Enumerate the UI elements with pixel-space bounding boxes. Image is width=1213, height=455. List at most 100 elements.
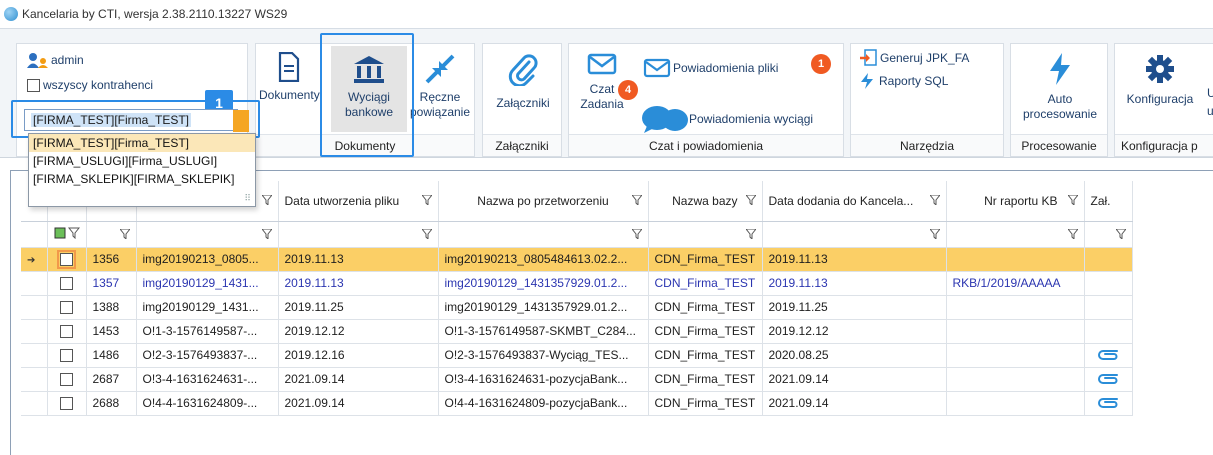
table-row[interactable]: 2688 O!4-4-1631624809-... 2021.09.14 O!4-4-… — [21, 391, 1133, 416]
database-name-cell: CDN_Firma_TEST — [648, 271, 763, 296]
dokumenty-button[interactable]: Dokumenty — [259, 52, 320, 103]
filter-cell[interactable] — [47, 221, 87, 248]
filter-icon[interactable] — [631, 195, 642, 205]
row-checkbox[interactable] — [60, 349, 73, 363]
added-date-cell: 2019.11.13 — [762, 247, 947, 272]
column-header[interactable]: Data dodania do Kancela... — [762, 181, 947, 222]
documents-grid: a Data utworzenia pliku Nazwa po przetwo… — [10, 170, 1213, 455]
dropdown-item[interactable]: [FIRMA_TEST][Firma_TEST] — [29, 134, 255, 152]
file-name-cell: O!3-4-1631624631-... — [136, 367, 279, 392]
filter-cell[interactable] — [136, 221, 279, 248]
table-row[interactable]: 1388 img20190129_1431... 2019.11.25 img2019… — [21, 295, 1133, 320]
filter-cell[interactable] — [278, 221, 439, 248]
paperclip-icon[interactable] — [1097, 371, 1119, 385]
filter-icon[interactable] — [631, 229, 642, 239]
attachment-cell[interactable] — [1084, 319, 1133, 344]
added-date-cell: 2020.08.25 — [762, 343, 947, 368]
filter-icon[interactable] — [261, 195, 272, 205]
filter-icon[interactable] — [745, 195, 756, 205]
column-header[interactable]: Nr raportu KB — [946, 181, 1085, 222]
checkbox[interactable] — [27, 78, 40, 92]
auto-procesowanie-button[interactable]: Auto procesowanie — [1015, 52, 1105, 122]
config-extra-bottom: u — [1207, 104, 1213, 118]
filter-icon[interactable] — [745, 229, 756, 239]
filter-icon[interactable] — [261, 229, 272, 239]
report-number-cell — [946, 247, 1085, 272]
database-name-cell: CDN_Firma_TEST — [648, 247, 763, 272]
id-cell: 1356 — [86, 247, 137, 272]
paperclip-icon[interactable] — [1097, 395, 1119, 409]
filter-cell[interactable] — [438, 221, 649, 248]
chevron-down-icon[interactable] — [233, 110, 249, 132]
filter-icon[interactable] — [1067, 229, 1078, 239]
checkbox-cell[interactable] — [47, 271, 87, 296]
row-checkbox[interactable] — [60, 373, 73, 387]
select-all-checkbox-icon[interactable] — [54, 227, 80, 239]
filter-cell — [21, 221, 48, 248]
user-button[interactable]: admin — [27, 52, 84, 68]
resize-grip-icon[interactable]: ⠿ — [244, 193, 251, 204]
checkbox-cell[interactable] — [47, 247, 87, 272]
attachments-group-label: Załączniki — [483, 134, 561, 156]
powiadomienia-wyciagi-button[interactable]: Powiadomienia wyciągi — [641, 104, 813, 134]
filter-cell[interactable] — [1084, 221, 1133, 248]
table-row[interactable]: ➔ 1356 img20190213_0805... 2019.11.13 img201… — [21, 247, 1133, 272]
filter-cell[interactable] — [946, 221, 1085, 248]
row-indicator-cell — [21, 271, 48, 296]
database-name-cell: CDN_Firma_TEST — [648, 319, 763, 344]
row-checkbox[interactable] — [60, 325, 73, 339]
checkbox-cell[interactable] — [47, 391, 87, 416]
checkbox-cell[interactable] — [47, 367, 87, 392]
generuj-jpk-button[interactable]: Generuj JPK_FA — [859, 49, 969, 67]
column-header[interactable]: Nazwa po przetworzeniu — [438, 181, 649, 222]
attachment-cell[interactable] — [1084, 295, 1133, 320]
dropdown-item[interactable]: [FIRMA_USLUGI][Firma_USLUGI] — [29, 152, 255, 170]
checkbox-cell[interactable] — [47, 295, 87, 320]
all-contractors-checkbox[interactable]: wszyscy kontrahenci — [27, 78, 153, 92]
table-row[interactable]: 1453 O!1-3-1576149587-... 2019.12.12 O!1-3-… — [21, 319, 1133, 344]
raporty-sql-button[interactable]: Raporty SQL — [859, 72, 948, 90]
row-checkbox[interactable] — [57, 250, 76, 270]
filter-icon[interactable] — [1067, 195, 1078, 205]
column-header[interactable]: Data utworzenia pliku — [278, 181, 439, 222]
powiadomienia-pliki-button[interactable]: Powiadomienia pliki — [643, 58, 778, 78]
table-row[interactable]: 1357 img20190129_1431... 2019.11.13 img2019… — [21, 271, 1133, 296]
filter-icon[interactable] — [929, 229, 940, 239]
filter-icon[interactable] — [421, 195, 432, 205]
database-name-cell: CDN_Firma_TEST — [648, 391, 763, 416]
attachment-cell[interactable] — [1084, 391, 1133, 416]
konfiguracja-button[interactable]: Konfiguracja — [1117, 54, 1203, 107]
id-cell: 1486 — [86, 343, 137, 368]
reczne-powiazanie-button[interactable]: Ręczne powiązanie — [408, 54, 472, 120]
attachment-cell[interactable] — [1084, 271, 1133, 296]
attachment-cell[interactable] — [1084, 247, 1133, 272]
company-select[interactable]: [FIRMA_TEST][Firma_TEST] — [24, 109, 249, 132]
filter-cell[interactable] — [648, 221, 763, 248]
added-date-cell: 2021.09.14 — [762, 391, 947, 416]
column-header-label: Nr raportu KB — [984, 193, 1058, 208]
filter-icon[interactable] — [119, 229, 130, 239]
filter-icon[interactable] — [1115, 229, 1126, 239]
filter-icon[interactable] — [929, 195, 940, 205]
table-row[interactable]: 2687 O!3-4-1631624631-... 2021.09.14 O!3-4-… — [21, 367, 1133, 392]
row-checkbox[interactable] — [60, 397, 73, 411]
attachment-cell[interactable] — [1084, 343, 1133, 368]
konfiguracja-label: Konfiguracja — [1126, 92, 1194, 106]
table-row[interactable]: 1486 O!2-3-1576493837-... 2019.12.16 O!2-3-… — [21, 343, 1133, 368]
row-checkbox[interactable] — [60, 301, 73, 315]
filter-cell[interactable] — [86, 221, 137, 248]
zalaczniki-button[interactable]: Załączniki — [487, 54, 559, 111]
filter-cell[interactable] — [762, 221, 947, 248]
row-checkbox[interactable] — [60, 277, 73, 291]
column-header[interactable]: Nazwa bazy — [648, 181, 763, 222]
attachment-cell[interactable] — [1084, 367, 1133, 392]
dropdown-item[interactable]: [FIRMA_SKLEPIK][FIRMA_SKLEPIK] — [29, 170, 255, 188]
column-header[interactable]: Zał. — [1084, 181, 1133, 222]
id-cell: 2687 — [86, 367, 137, 392]
checkbox-cell[interactable] — [47, 319, 87, 344]
window-title: Kancelaria by CTI, wersja 2.38.2110.1322… — [22, 7, 288, 21]
chat-bubbles-icon — [642, 106, 688, 133]
checkbox-cell[interactable] — [47, 343, 87, 368]
filter-icon[interactable] — [421, 229, 432, 239]
paperclip-icon[interactable] — [1097, 347, 1119, 361]
